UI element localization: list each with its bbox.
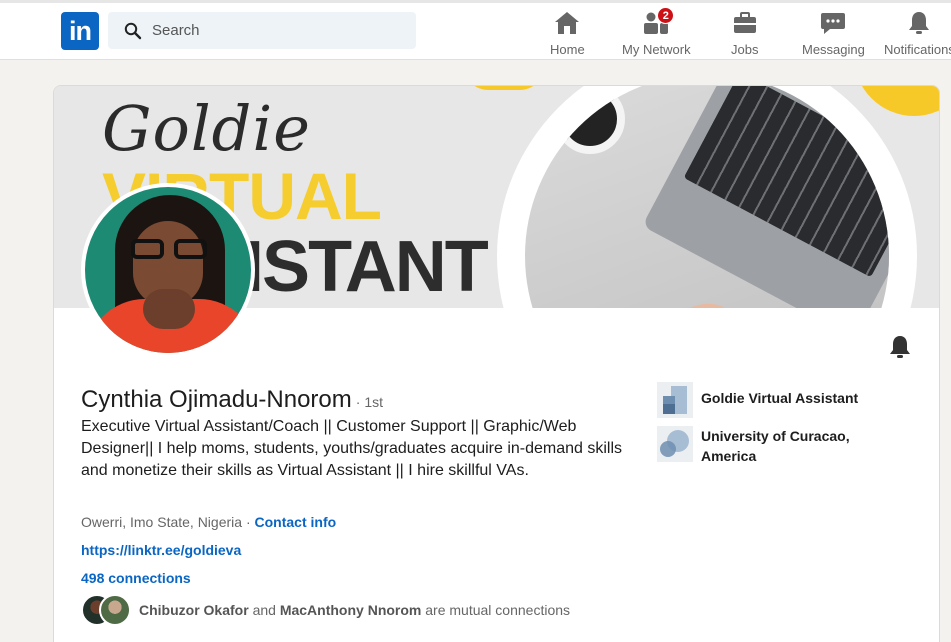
briefcase-icon — [733, 11, 756, 33]
laptop-image — [642, 86, 889, 308]
profile-location: Owerri, Imo State, Nigeria · — [81, 514, 251, 530]
company-name: Goldie Virtual Assistant — [701, 390, 859, 406]
banner-yellow-arc — [854, 86, 939, 116]
banner-yellow-shape — [464, 86, 544, 90]
linkedin-logo[interactable]: in — [61, 12, 99, 50]
mutual-avatar-2 — [99, 594, 131, 626]
profile-name: Cynthia Ojimadu-Nnorom — [81, 386, 352, 413]
bell-icon — [909, 11, 930, 34]
website-link[interactable]: https://linktr.ee/goldieva — [81, 542, 241, 558]
connection-degree: · 1st — [355, 394, 383, 410]
school-logo — [657, 426, 693, 462]
nav-jobs[interactable]: Jobs — [731, 9, 758, 59]
mutual-person-1: Chibuzor Okafor — [139, 602, 249, 618]
school-name: University of Curacao, America — [701, 428, 850, 464]
mutual-avatars — [81, 594, 133, 626]
company-logo — [657, 382, 693, 418]
notify-bell-icon[interactable] — [887, 334, 913, 360]
messaging-icon — [821, 12, 846, 34]
nav-jobs-label: Jobs — [731, 42, 759, 57]
profile-card: Goldie VIRTUAL ASSISTANT Cynthia Ojimadu… — [53, 85, 940, 642]
search-box[interactable] — [108, 12, 416, 49]
banner-script-text: Goldie — [102, 92, 311, 165]
affiliation-school[interactable]: University of Curacao, America — [657, 426, 871, 466]
mutual-person-2: MacAnthony Nnorom — [279, 602, 422, 618]
nav-notifications-label: Notifications — [884, 42, 951, 57]
profile-location-row: Owerri, Imo State, Nigeria · Contact inf… — [81, 514, 336, 530]
mutual-connections[interactable]: Chibuzor Okafor and MacAnthony Nnorom ar… — [81, 594, 570, 626]
banner-laptop-photo — [525, 86, 889, 308]
nav-my-network-label: My Network — [622, 42, 691, 57]
profile-headline: Executive Virtual Assistant/Coach || Cus… — [81, 418, 623, 479]
nav-notifications[interactable]: Notifications — [884, 9, 951, 59]
top-nav-bar: in Home 2 My Network — [0, 0, 951, 60]
search-icon — [124, 22, 142, 39]
coffee-mug-image — [555, 86, 625, 154]
contact-info-link[interactable]: Contact info — [255, 514, 337, 530]
nav-messaging[interactable]: Messaging — [802, 9, 865, 59]
nav-messaging-label: Messaging — [802, 42, 865, 57]
nav-home-label: Home — [550, 42, 585, 57]
search-input[interactable] — [152, 22, 392, 39]
nav-my-network[interactable]: 2 My Network — [622, 7, 691, 59]
affiliation-company[interactable]: Goldie Virtual Assistant — [657, 382, 858, 418]
profile-name-row: Cynthia Ojimadu-Nnorom · 1st — [81, 386, 383, 414]
home-icon — [555, 11, 580, 34]
profile-avatar[interactable] — [81, 183, 255, 357]
network-badge: 2 — [657, 7, 675, 24]
connections-link[interactable]: 498 connections — [81, 570, 191, 586]
nav-home[interactable]: Home — [550, 9, 585, 59]
